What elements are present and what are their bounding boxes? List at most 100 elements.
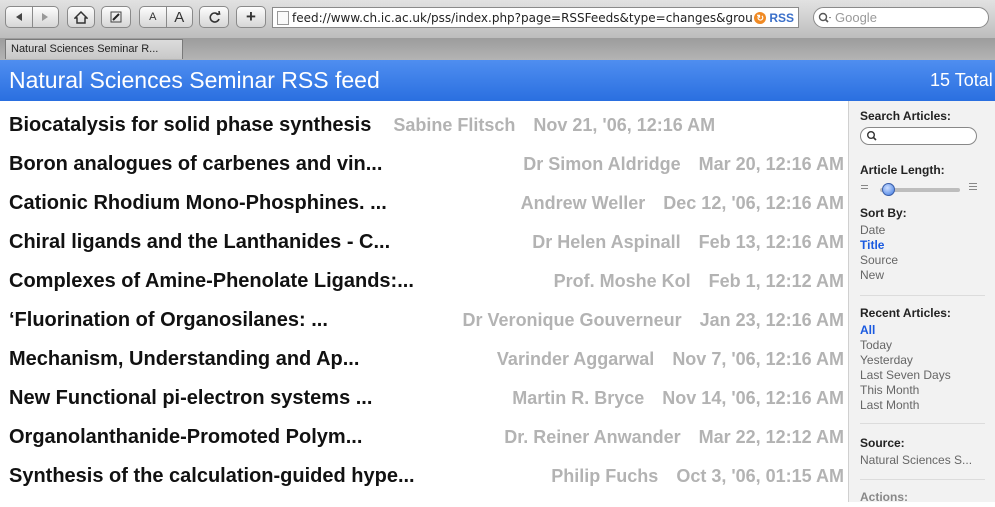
article-date: Mar 22, 12:12 AM	[698, 427, 844, 447]
article-row[interactable]: Complexes of Amine-Phenolate Ligands:...…	[9, 262, 844, 301]
forward-button[interactable]	[31, 7, 59, 27]
article-date: Mar 20, 12:16 AM	[698, 154, 844, 174]
search-articles-section: Search Articles:	[860, 109, 985, 145]
search-articles-input[interactable]	[860, 127, 977, 145]
text-smaller-button[interactable]: A	[140, 7, 166, 27]
article-date: Feb 13, 12:16 AM	[698, 232, 844, 252]
divider	[860, 479, 985, 480]
recent-all-link[interactable]: All	[860, 323, 985, 338]
article-row[interactable]: Biocatalysis for solid phase synthesis S…	[9, 106, 844, 145]
article-row[interactable]: Chiral ligands and the Lanthanides - C..…	[9, 223, 844, 262]
article-row[interactable]: Cationic Rhodium Mono-Phosphines. ... An…	[9, 184, 844, 223]
search-placeholder: Google	[835, 10, 877, 25]
article-source: Prof. Moshe Kol	[553, 271, 691, 291]
article-title[interactable]: Mechanism, Understanding and Ap...	[9, 348, 359, 371]
search-icon	[867, 131, 877, 141]
recent-yesterday-link[interactable]: Yesterday	[860, 353, 985, 368]
recent-this-month-link[interactable]: This Month	[860, 383, 985, 398]
short-lines-icon	[861, 185, 868, 186]
article-title[interactable]: Synthesis of the calculation-guided hype…	[9, 465, 415, 488]
article-source: Martin R. Bryce	[512, 388, 645, 408]
article-list: Biocatalysis for solid phase synthesis S…	[0, 101, 848, 502]
article-row[interactable]: Synthesis of the calculation-guided hype…	[9, 457, 844, 496]
url-text[interactable]: feed://www.ch.ic.ac.uk/pss/index.php?pag…	[292, 11, 752, 25]
article-source: Philip Fuchs	[551, 466, 659, 486]
article-source: Andrew Weller	[520, 193, 646, 213]
search-icon	[818, 12, 831, 23]
google-search-field[interactable]: Google	[813, 7, 989, 28]
article-total: 15 Total	[930, 70, 993, 90]
edit-bookmarks-button[interactable]	[101, 6, 131, 28]
tab-bar: Natural Sciences Seminar R...	[0, 38, 995, 61]
rss-button[interactable]: ↻ RSS	[752, 10, 798, 25]
actions-section: Actions:	[860, 490, 985, 507]
recent-articles-label: Recent Articles:	[860, 306, 951, 320]
reload-button[interactable]	[199, 6, 229, 28]
article-title[interactable]: Cationic Rhodium Mono-Phosphines. ...	[9, 192, 387, 215]
reload-rss-icon: ↻	[754, 11, 767, 24]
article-date: Oct 3, '06, 01:15 AM	[676, 466, 844, 486]
source-link[interactable]: Natural Sciences S...	[860, 453, 985, 468]
article-date: Feb 1, 12:12 AM	[708, 271, 844, 291]
source-section: Source: Natural Sciences S...	[860, 436, 985, 468]
sort-new-link[interactable]: New	[860, 268, 985, 283]
feed-sidebar: Search Articles: Article Length: Sort By…	[848, 101, 995, 504]
article-source: Varinder Aggarwal	[496, 349, 655, 369]
article-row[interactable]: Organolanthanide-Promoted Polym... Dr. R…	[9, 418, 844, 457]
page-icon	[277, 10, 289, 25]
add-bookmark-button[interactable]: +	[236, 6, 266, 28]
tab-natural-sciences[interactable]: Natural Sciences Seminar R...	[5, 39, 183, 59]
article-title[interactable]: Organolanthanide-Promoted Polym...	[9, 426, 362, 449]
search-articles-label: Search Articles:	[860, 109, 951, 123]
article-title[interactable]: Biocatalysis for solid phase synthesis	[9, 114, 371, 137]
article-title[interactable]: Boron analogues of carbenes and vin...	[9, 153, 382, 176]
sort-title-link[interactable]: Title	[860, 238, 985, 253]
slider-thumb[interactable]	[882, 183, 895, 196]
article-title[interactable]: New Functional pi-electron systems ...	[9, 387, 372, 410]
article-row[interactable]: Boron analogues of carbenes and vin... D…	[9, 145, 844, 184]
browser-toolbar: A A + feed://www.ch.ic.ac.uk/pss/index.p…	[0, 0, 995, 39]
article-source: Sabine Flitsch	[393, 115, 516, 135]
feed-title: Natural Sciences Seminar RSS feed	[9, 67, 380, 93]
source-label: Source:	[860, 436, 905, 450]
address-bar[interactable]: feed://www.ch.ic.ac.uk/pss/index.php?pag…	[272, 7, 799, 28]
recent-last-month-link[interactable]: Last Month	[860, 398, 985, 413]
text-bigger-button[interactable]: A	[165, 7, 193, 27]
article-source: Dr Simon Aldridge	[523, 154, 681, 174]
article-length-label: Article Length:	[860, 163, 945, 177]
article-date: Nov 7, '06, 12:16 AM	[672, 349, 844, 369]
home-icon	[74, 10, 88, 24]
article-title[interactable]: Chiral ligands and the Lanthanides - C..…	[9, 231, 390, 254]
forward-arrow-icon	[42, 13, 49, 21]
recent-last-seven-days-link[interactable]: Last Seven Days	[860, 368, 985, 383]
back-button[interactable]	[6, 7, 32, 27]
sort-by-label: Sort By:	[860, 206, 907, 220]
feed-header: Natural Sciences Seminar RSS feed 15 Tot…	[0, 60, 995, 101]
article-row[interactable]: Mechanism, Understanding and Ap... Varin…	[9, 340, 844, 379]
article-length-slider[interactable]	[860, 180, 985, 198]
reload-icon	[208, 10, 220, 23]
article-title[interactable]: ‘Fluorination of Organosilanes: ...	[9, 309, 328, 332]
rss-label: RSS	[769, 10, 794, 25]
sort-source-link[interactable]: Source	[860, 253, 985, 268]
long-lines-icon	[969, 183, 977, 184]
home-button[interactable]	[67, 6, 95, 28]
recent-today-link[interactable]: Today	[860, 338, 985, 353]
article-date: Dec 12, '06, 12:16 AM	[663, 193, 844, 213]
article-row[interactable]: New Functional pi-electron systems ... M…	[9, 379, 844, 418]
back-forward-group	[5, 6, 59, 28]
article-title[interactable]: Complexes of Amine-Phenolate Ligands:...	[9, 270, 414, 293]
article-date: Jan 23, 12:16 AM	[699, 310, 844, 330]
article-source: Dr Helen Aspinall	[532, 232, 681, 252]
back-arrow-icon	[15, 13, 22, 21]
divider	[860, 423, 985, 424]
article-length-section: Article Length:	[860, 163, 985, 198]
sort-by-section: Sort By: Date Title Source New	[860, 206, 985, 283]
recent-articles-section: Recent Articles: All Today Yesterday Las…	[860, 306, 985, 413]
sort-date-link[interactable]: Date	[860, 223, 985, 238]
divider	[860, 295, 985, 296]
article-source: Dr Veronique Gouverneur	[462, 310, 682, 330]
article-date: Nov 14, '06, 12:16 AM	[662, 388, 844, 408]
article-row[interactable]: ‘Fluorination of Organosilanes: ... Dr V…	[9, 301, 844, 340]
article-source: Dr. Reiner Anwander	[504, 427, 681, 447]
